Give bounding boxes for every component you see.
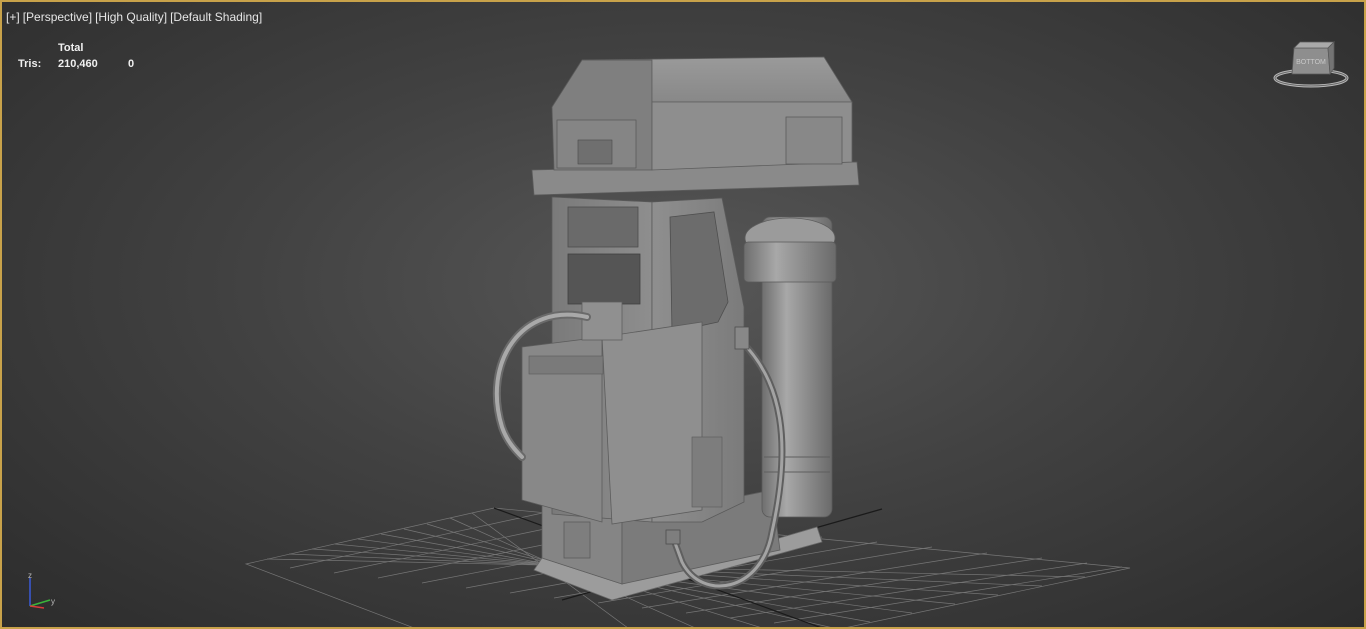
- stats-tris-label: Tris:: [18, 58, 42, 70]
- stats-tris-total: 210,460: [58, 58, 98, 70]
- viewport-point-of-view-menu[interactable]: [Perspective]: [23, 10, 92, 24]
- axis-y-label: y: [51, 597, 55, 606]
- scene-render[interactable]: [2, 2, 1366, 629]
- stats-tris-selected: 0: [128, 58, 135, 70]
- viewport-general-menu[interactable]: [+]: [6, 10, 20, 24]
- viewport-quality-menu[interactable]: [High Quality]: [95, 10, 167, 24]
- perspective-viewport[interactable]: [+] [Perspective] [High Quality] [Default S…: [0, 0, 1366, 629]
- fuel-pump-model: [492, 56, 860, 601]
- viewcube-face-label: BOTTOM: [1296, 59, 1326, 66]
- viewcube-icon[interactable]: BOTTOM: [1270, 38, 1354, 92]
- axis-tripod-icon: z y: [28, 571, 55, 609]
- axis-z-label: z: [28, 571, 32, 580]
- stats-total-header: Total: [58, 42, 84, 54]
- viewport-label-menu[interactable]: [+] [Perspective] [High Quality] [Default S…: [6, 10, 265, 24]
- viewport-shading-menu[interactable]: [Default Shading]: [170, 10, 262, 24]
